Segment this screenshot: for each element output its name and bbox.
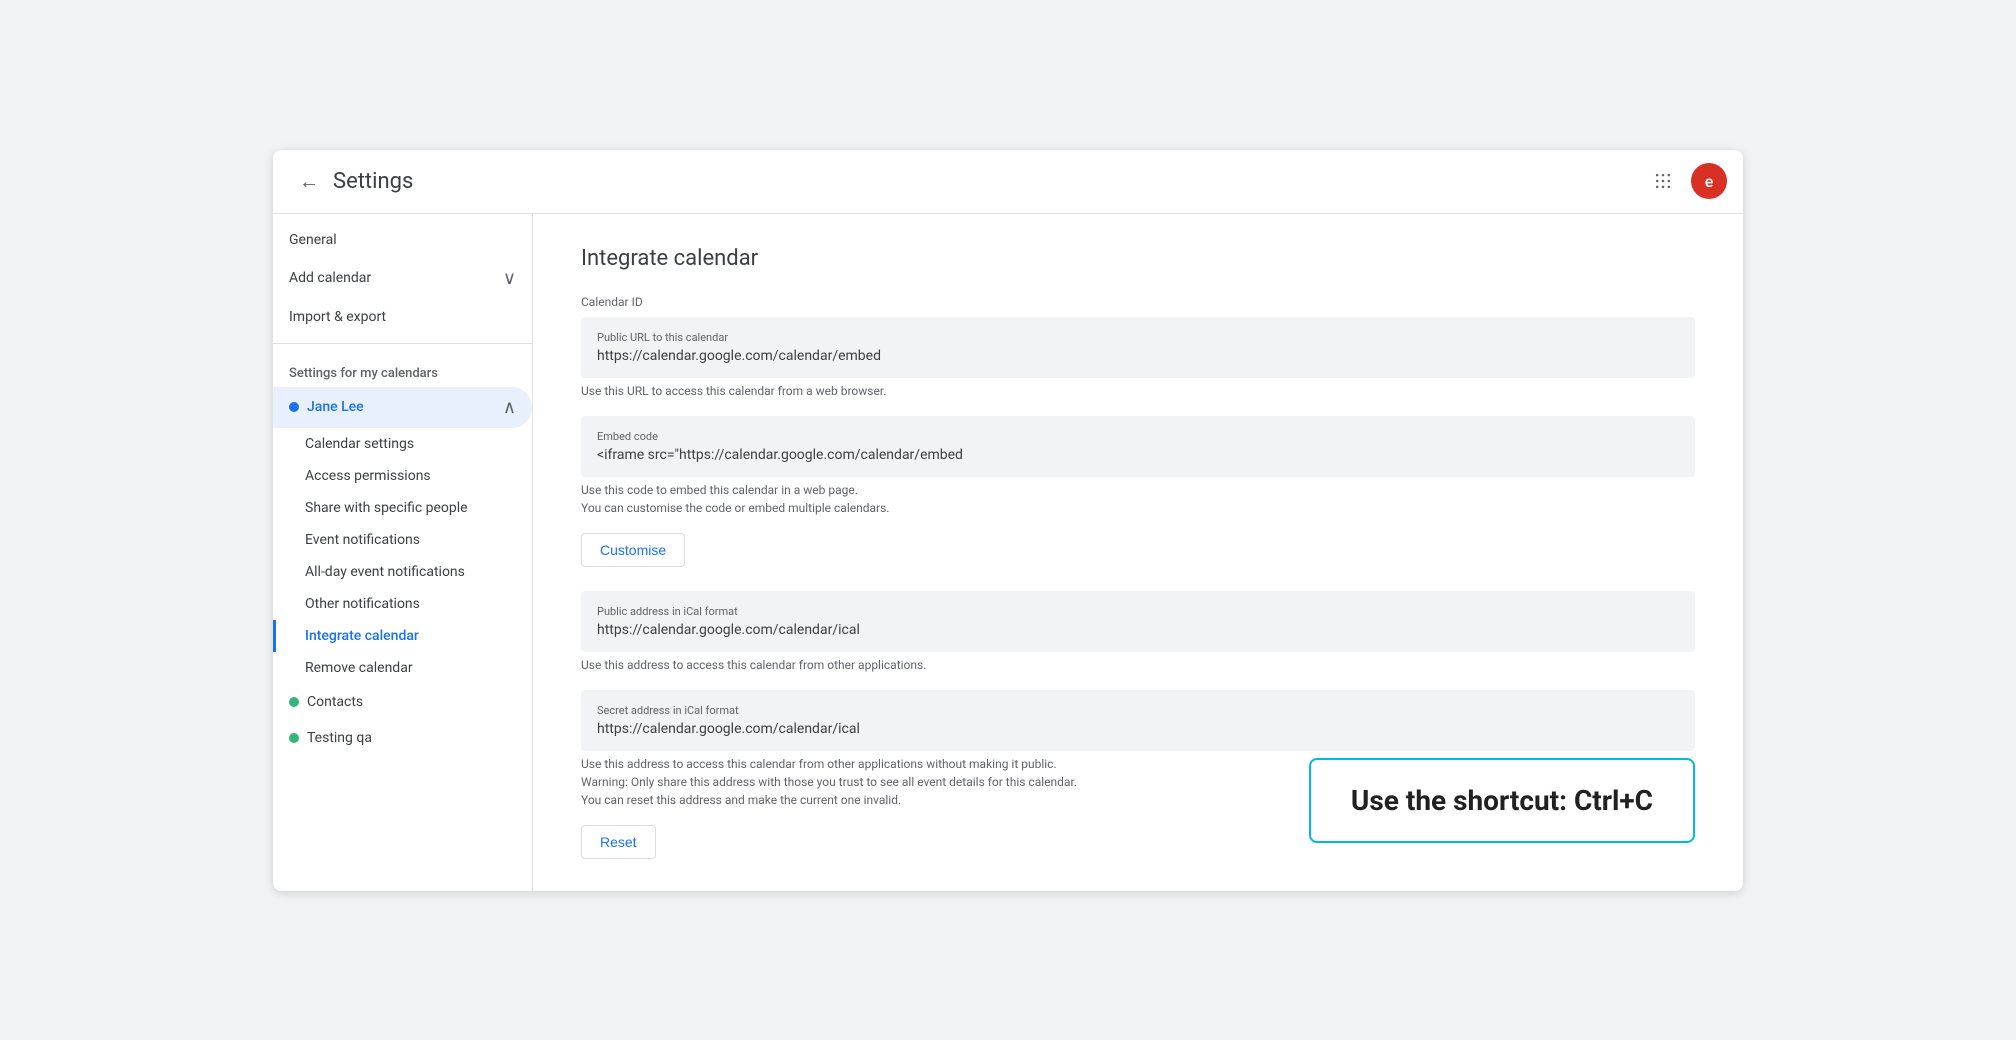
ical-public-value[interactable]: https://calendar.google.com/calendar/ica… [597,622,1679,638]
jane-lee-label: Jane Lee [307,399,364,415]
shortcut-box: Use the shortcut: Ctrl+C [1309,758,1695,843]
reset-button[interactable]: Reset [581,825,656,859]
divider [273,343,532,344]
sidebar: General Add calendar ∨ Import & export S… [273,214,533,891]
testing-qa-dot [289,733,299,743]
share-with-label: Share with specific people [305,500,468,516]
sidebar-item-general[interactable]: General [273,222,532,258]
main-window: ← Settings e General Add calendar ∨ [273,150,1743,891]
ical-secret-helper-1: Use this address to access this calendar… [581,757,1057,771]
embed-code-helper: Use this code to embed this calendar in … [581,481,1695,517]
general-label: General [289,232,337,248]
main-content: Integrate calendar Calendar ID Public UR… [533,214,1743,891]
ical-secret-helper-2: Warning: Only share this address with th… [581,775,1077,789]
ical-secret-value[interactable]: https://calendar.google.com/calendar/ica… [597,721,1679,737]
add-calendar-label: Add calendar [289,270,371,286]
ical-secret-label: Secret address in iCal format [597,704,1679,717]
embed-helper-2: You can customise the code or embed mult… [581,501,889,515]
embed-helper-1: Use this code to embed this calendar in … [581,483,858,497]
embed-code-value[interactable]: <iframe src="https://calendar.google.com… [597,447,1679,463]
calendar-id-label: Calendar ID [581,295,1695,309]
customise-button[interactable]: Customise [581,533,685,567]
ical-public-label: Public address in iCal format [597,605,1679,618]
sub-item-share-with[interactable]: Share with specific people [273,492,532,524]
calendar-settings-label: Calendar settings [305,436,414,452]
public-url-label: Public URL to this calendar [597,331,1679,344]
sidebar-item-add-calendar[interactable]: Add calendar ∨ [273,258,532,299]
ical-public-helper: Use this address to access this calendar… [581,656,1695,674]
ical-secret-box: Secret address in iCal format https://ca… [581,690,1695,751]
avatar-label: e [1705,172,1714,191]
user-avatar[interactable]: e [1691,163,1727,199]
ical-secret-helper-3: You can reset this address and make the … [581,793,901,807]
jane-lee-dot [289,402,299,412]
sub-item-allday-notifications[interactable]: All-day event notifications [273,556,532,588]
public-url-box: Public URL to this calendar https://cale… [581,317,1695,378]
other-notifications-label: Other notifications [305,596,420,612]
sidebar-item-jane-lee[interactable]: Jane Lee ∧ [273,387,532,428]
shortcut-text: Use the shortcut: Ctrl+C [1351,784,1653,817]
embed-code-box: Embed code <iframe src="https://calendar… [581,416,1695,477]
import-export-label: Import & export [289,309,386,325]
sub-item-remove-calendar[interactable]: Remove calendar [273,652,532,684]
jane-lee-sub-items: Calendar settings Access permissions Sha… [273,428,532,684]
public-url-value[interactable]: https://calendar.google.com/calendar/emb… [597,348,1679,364]
chevron-up-icon: ∧ [503,397,516,418]
sub-item-integrate-calendar[interactable]: Integrate calendar [273,620,532,652]
integrate-calendar-label: Integrate calendar [305,628,419,644]
sub-item-calendar-settings[interactable]: Calendar settings [273,428,532,460]
body: General Add calendar ∨ Import & export S… [273,214,1743,891]
embed-code-label: Embed code [597,430,1679,443]
contacts-label: Contacts [307,694,363,710]
sub-item-event-notifications[interactable]: Event notifications [273,524,532,556]
apps-grid-icon [1653,171,1673,191]
access-permissions-label: Access permissions [305,468,431,484]
settings-section-header: Settings for my calendars [273,352,532,387]
apps-grid-button[interactable] [1643,161,1683,201]
public-url-helper: Use this URL to access this calendar fro… [581,382,1695,400]
event-notifications-label: Event notifications [305,532,420,548]
page-title: Settings [333,169,413,194]
ical-public-box: Public address in iCal format https://ca… [581,591,1695,652]
sidebar-item-contacts[interactable]: Contacts [273,684,532,720]
testing-qa-label: Testing qa [307,730,372,746]
contacts-dot [289,697,299,707]
top-bar: ← Settings e [273,150,1743,214]
sidebar-item-testing-qa[interactable]: Testing qa [273,720,532,756]
back-icon: ← [299,169,319,194]
allday-notifications-label: All-day event notifications [305,564,465,580]
main-title: Integrate calendar [581,246,1695,271]
sub-item-access-permissions[interactable]: Access permissions [273,460,532,492]
chevron-down-icon: ∨ [503,268,516,289]
sub-item-other-notifications[interactable]: Other notifications [273,588,532,620]
remove-calendar-label: Remove calendar [305,660,413,676]
back-button[interactable]: ← [289,161,329,201]
sidebar-item-import-export[interactable]: Import & export [273,299,532,335]
